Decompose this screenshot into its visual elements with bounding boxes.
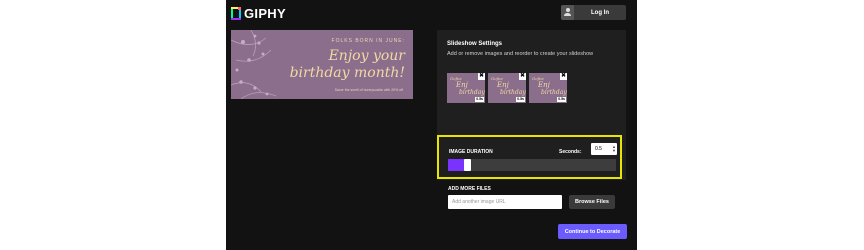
image-duration-title: IMAGE DURATION: [449, 149, 493, 155]
panel-subtitle: Add or remove images and reorder to crea…: [447, 51, 594, 57]
continue-to-decorate-button[interactable]: Continue to Decorate: [558, 224, 627, 239]
panel-title: Slideshow Settings: [447, 41, 503, 47]
seconds-stepper[interactable]: 0.5 ▲ ▼: [591, 143, 617, 155]
preview-line-1: Enjoy your: [328, 48, 405, 64]
thumbnail-duration: 0.5s: [557, 97, 566, 102]
remove-thumbnail-icon[interactable]: ✖: [560, 73, 567, 80]
remove-thumbnail-icon[interactable]: ✖: [478, 73, 485, 80]
add-more-files-label: ADD MORE FILES: [448, 186, 491, 192]
slideshow-thumbnail[interactable]: Gofee Enj birthday ✖ 0.5s: [447, 73, 485, 103]
seconds-value: 0.5: [595, 146, 602, 152]
preview-top-line: FOLKS BORN IN JUNE:: [331, 38, 405, 44]
remove-thumbnail-icon[interactable]: ✖: [519, 73, 526, 80]
preview-line-2: birthday month!: [289, 65, 405, 81]
thumb-text: Enj: [497, 81, 509, 89]
image-duration-section: IMAGE DURATION Seconds: 0.5 ▲ ▼: [437, 135, 622, 179]
thumbnail-duration: 0.5s: [475, 97, 484, 102]
user-icon: [561, 5, 574, 20]
thumb-text: Enj: [538, 81, 550, 89]
image-url-input[interactable]: Add another image URL: [448, 195, 562, 209]
thumb-text: birthday: [500, 89, 526, 96]
duration-slider-handle[interactable]: [464, 159, 471, 171]
browse-files-button[interactable]: Browse Files: [569, 195, 615, 209]
duration-slider[interactable]: [448, 159, 616, 171]
thumb-text: birthday: [541, 89, 567, 96]
login-label: Log In: [591, 9, 609, 16]
thumb-text: birthday: [459, 89, 485, 96]
stepper-arrows-icon[interactable]: ▲ ▼: [611, 143, 617, 155]
giphy-logo-icon: [231, 6, 241, 20]
thumbnail-duration: 0.5s: [516, 97, 525, 102]
seconds-label: Seconds:: [559, 149, 582, 155]
giphy-app: GIPHY Log In FOLKS BORN IN JUNE: Enjoy y…: [226, 0, 637, 250]
slideshow-preview: FOLKS BORN IN JUNE: Enjoy your birthday …: [231, 30, 413, 99]
slideshow-thumbnail[interactable]: Gofee Enj birthday ✖ 0.5s: [529, 73, 567, 103]
giphy-logo[interactable]: GIPHY: [231, 5, 286, 21]
brand-name: GIPHY: [244, 5, 286, 21]
login-button[interactable]: Log In: [561, 5, 626, 20]
image-url-placeholder: Add another image URL: [452, 199, 506, 205]
thumb-text: Enj: [456, 81, 468, 89]
preview-small-text: Savor the smell of honeysuckle with 20% …: [334, 88, 403, 92]
slideshow-thumbnail[interactable]: Gofee Enj birthday ✖ 0.5s: [488, 73, 526, 103]
